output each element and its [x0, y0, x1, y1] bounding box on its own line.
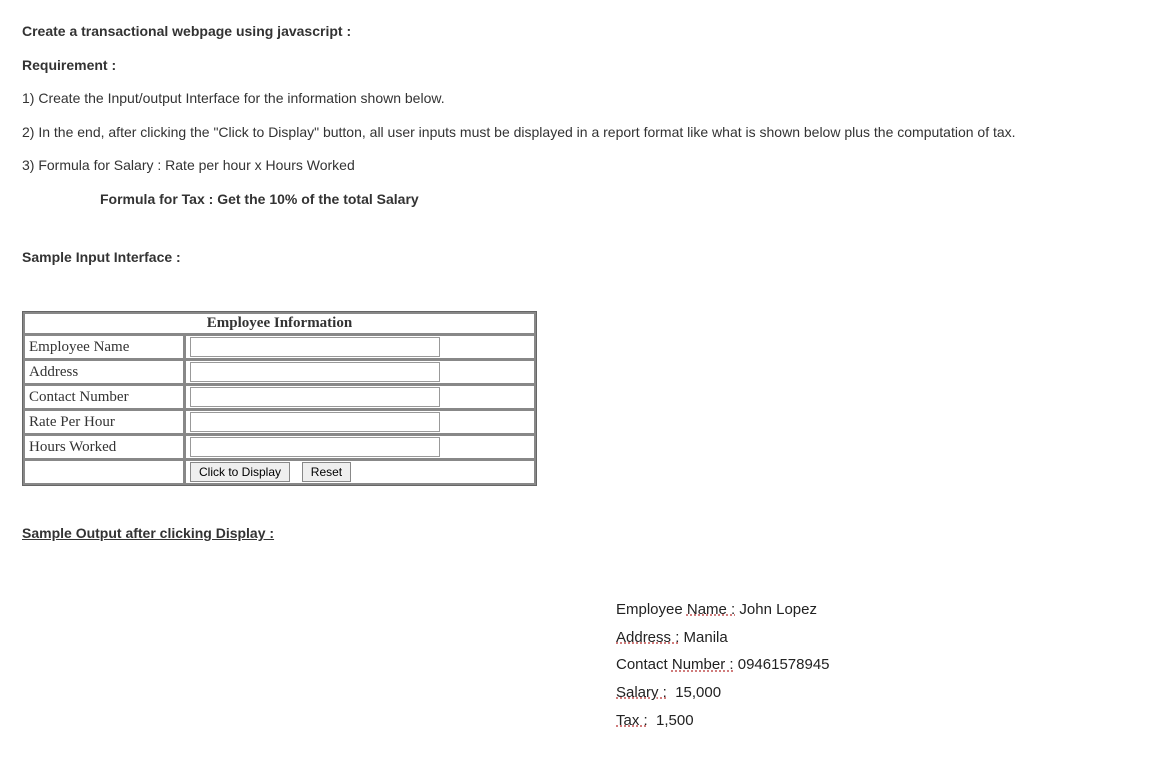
- sample-output-heading: Sample Output after clicking Display :: [22, 524, 1146, 544]
- requirement-3: 3) Formula for Salary : Rate per hour x …: [22, 156, 1146, 176]
- output-employee-name: Employee Name : John Lopez: [616, 596, 1146, 624]
- contact-number-field[interactable]: [190, 387, 440, 407]
- table-row: Employee Name: [24, 335, 535, 359]
- output-tax: Tax : 1,500: [616, 707, 1146, 735]
- label-contact-number: Contact Number: [24, 385, 184, 409]
- requirement-label: Requirement :: [22, 56, 1146, 76]
- table-row: Contact Number: [24, 385, 535, 409]
- click-to-display-button[interactable]: Click to Display: [190, 462, 290, 482]
- label-employee-name: Employee Name: [24, 335, 184, 359]
- employee-table: Employee Information Employee Name Addre…: [22, 311, 537, 486]
- label-rate-per-hour: Rate Per Hour: [24, 410, 184, 434]
- label-address: Address: [24, 360, 184, 384]
- rate-per-hour-field[interactable]: [190, 412, 440, 432]
- output-salary: Salary : 15,000: [616, 679, 1146, 707]
- output-report: Employee Name : John Lopez Address : Man…: [616, 596, 1146, 735]
- page-title: Create a transactional webpage using jav…: [22, 22, 1146, 42]
- output-address: Address : Manila: [616, 624, 1146, 652]
- requirement-2: 2) In the end, after clicking the "Click…: [22, 123, 1146, 143]
- formula-tax: Formula for Tax : Get the 10% of the tot…: [100, 190, 1146, 210]
- table-row: Hours Worked: [24, 435, 535, 459]
- employee-name-field[interactable]: [190, 337, 440, 357]
- hours-worked-field[interactable]: [190, 437, 440, 457]
- table-row: Address: [24, 360, 535, 384]
- table-row: Click to Display Reset: [24, 460, 535, 484]
- table-header: Employee Information: [24, 313, 535, 334]
- address-field[interactable]: [190, 362, 440, 382]
- output-contact-number: Contact Number : 09461578945: [616, 651, 1146, 679]
- label-hours-worked: Hours Worked: [24, 435, 184, 459]
- sample-input-heading: Sample Input Interface :: [22, 248, 1146, 268]
- table-row: Rate Per Hour: [24, 410, 535, 434]
- reset-button[interactable]: Reset: [302, 462, 351, 482]
- requirement-1: 1) Create the Input/output Interface for…: [22, 89, 1146, 109]
